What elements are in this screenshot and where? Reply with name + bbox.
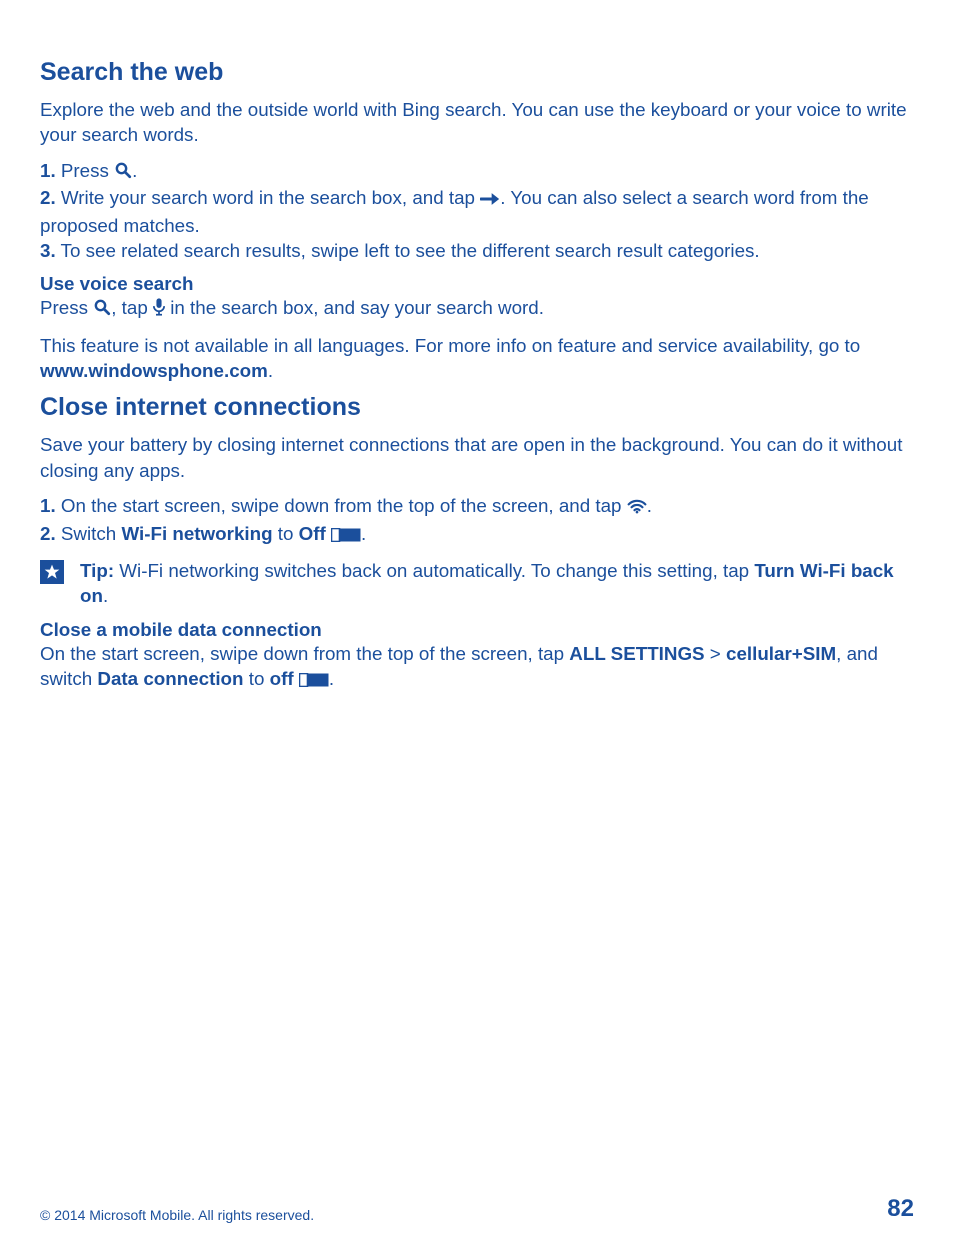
close-steps: 1. On the start screen, swipe down from … xyxy=(40,493,914,548)
wifi-networking-label: Wi-Fi networking xyxy=(121,523,272,544)
all-settings-label: ALL SETTINGS xyxy=(569,643,704,664)
close-step2-f: . xyxy=(361,523,366,544)
tip-text: Tip: Wi-Fi networking switches back on a… xyxy=(80,558,914,609)
copyright-text: © 2014 Microsoft Mobile. All rights rese… xyxy=(40,1207,314,1223)
cellular-sim-label: cellular+SIM xyxy=(726,643,836,664)
close-step1-a: On the start screen, swipe down from the… xyxy=(56,495,627,516)
subheading-close-mobile-data: Close a mobile data connection xyxy=(40,619,914,641)
voice-search-line: Press , tap in the search box, and say y… xyxy=(40,295,914,322)
step1-text-b: . xyxy=(132,160,137,181)
subheading-use-voice-search: Use voice search xyxy=(40,273,914,295)
voice-a: Press xyxy=(40,297,93,318)
toggle-off-icon xyxy=(299,668,329,693)
mobile-i: . xyxy=(329,668,334,689)
toggle-off-icon xyxy=(331,523,361,548)
close-intro: Save your battery by closing internet co… xyxy=(40,432,914,483)
close-step-number-1: 1. xyxy=(40,495,56,516)
close-step2-c: to xyxy=(273,523,299,544)
step2-text-a: Write your search word in the search box… xyxy=(56,187,481,208)
search-steps: 1. Press . 2. Write your search word in … xyxy=(40,158,914,264)
step3-text-a: To see related search results, swipe lef… xyxy=(56,240,760,261)
page-number: 82 xyxy=(887,1195,914,1223)
tip-row: Tip: Wi-Fi networking switches back on a… xyxy=(40,558,914,609)
avail-b: . xyxy=(268,360,273,381)
mobile-f: to xyxy=(244,668,270,689)
off-label-2: off xyxy=(270,668,294,689)
heading-search-the-web: Search the web xyxy=(40,58,914,87)
close-step-number-2: 2. xyxy=(40,523,56,544)
close-mobile-line: On the start screen, swipe down from the… xyxy=(40,641,914,694)
step-number-1: 1. xyxy=(40,160,56,181)
tip-a: Wi-Fi networking switches back on automa… xyxy=(114,560,754,581)
mobile-a: On the start screen, swipe down from the… xyxy=(40,643,569,664)
search-intro: Explore the web and the outside world wi… xyxy=(40,97,914,148)
voice-c: in the search box, and say your search w… xyxy=(165,297,544,318)
tip-label: Tip: xyxy=(80,560,114,581)
voice-b: , tap xyxy=(111,297,153,318)
tip-c: . xyxy=(103,585,108,606)
avail-a: This feature is not available in all lan… xyxy=(40,335,860,356)
star-tip-icon xyxy=(40,560,64,584)
data-connection-label: Data connection xyxy=(97,668,243,689)
page-footer: © 2014 Microsoft Mobile. All rights rese… xyxy=(40,1195,914,1223)
off-label: Off xyxy=(299,523,326,544)
microphone-icon xyxy=(153,297,165,322)
windowsphone-link[interactable]: www.windowsphone.com xyxy=(40,360,268,381)
step1-text-a: Press xyxy=(56,160,114,181)
arrow-right-icon xyxy=(480,187,500,212)
heading-close-internet-connections: Close internet connections xyxy=(40,393,914,422)
search-icon xyxy=(93,297,111,322)
availability-note: This feature is not available in all lan… xyxy=(40,333,914,384)
mobile-gt: > xyxy=(705,643,726,664)
step-number-3: 3. xyxy=(40,240,56,261)
close-step2-a: Switch xyxy=(56,523,122,544)
close-step1-b: . xyxy=(647,495,652,516)
wifi-icon xyxy=(627,495,647,520)
search-icon xyxy=(114,160,132,185)
step-number-2: 2. xyxy=(40,187,56,208)
